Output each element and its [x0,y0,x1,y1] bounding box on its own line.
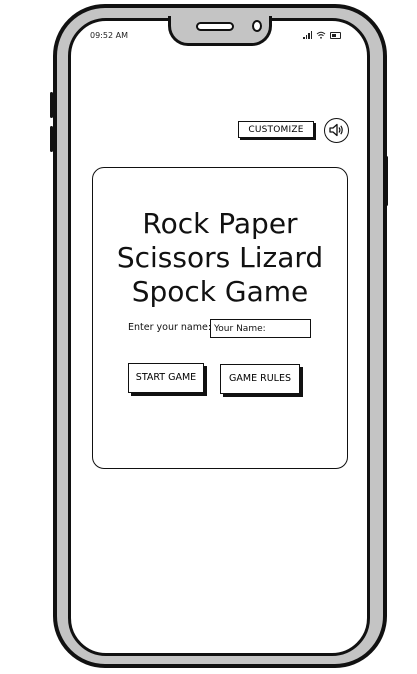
title-line-2: Scissors Lizard [116,241,324,274]
power-button [385,156,388,206]
start-game-button[interactable]: START GAME [128,363,204,393]
name-label: Enter your name: [128,322,212,333]
game-title: Rock Paper Scissors Lizard Spock Game [92,207,348,309]
battery-icon [330,31,341,39]
sound-toggle-button[interactable] [324,118,349,143]
volume-up-button [50,92,53,118]
status-time: 09:52 AM [90,31,128,40]
title-line-3: Spock Game [131,275,309,308]
front-camera [252,20,262,32]
speaker-icon [329,123,343,137]
customize-button[interactable]: CUSTOMIZE [238,121,314,138]
wifi-icon [316,31,326,39]
name-input[interactable] [210,319,311,338]
game-rules-button[interactable]: GAME RULES [220,364,300,394]
volume-down-button [50,126,53,152]
signal-icon [303,31,312,39]
mockup-canvas: 09:52 AM CUSTOMIZE Rock Paper Scissors L… [0,0,417,674]
earpiece-speaker [196,22,234,31]
title-line-1: Rock Paper [142,207,298,240]
status-icons [303,31,341,39]
